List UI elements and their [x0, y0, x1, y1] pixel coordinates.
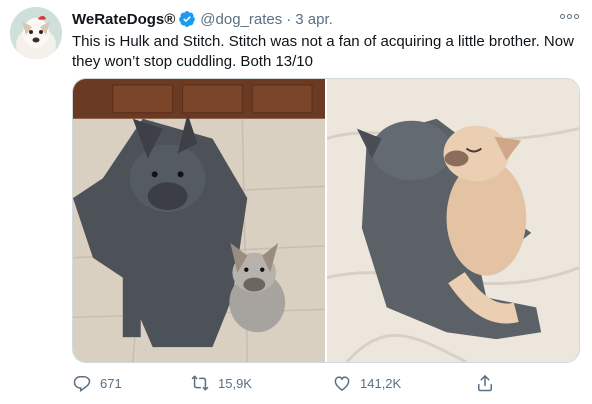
author-name[interactable]: WeRateDogs®	[72, 11, 175, 28]
tweet-actions: 671 15,9K 141,2K	[72, 372, 512, 394]
reply-count: 671	[100, 375, 122, 391]
tweet-text: This is Hulk and Stitch. Stitch was not …	[72, 33, 574, 70]
author-avatar[interactable]	[10, 7, 62, 59]
like-count: 141,2K	[360, 375, 402, 391]
header-separator: ·	[286, 10, 292, 28]
tweet-header: WeRateDogs® @dog_rates · 3 apr.	[72, 9, 333, 29]
more-options-icon[interactable]	[558, 8, 580, 24]
tweet-media	[72, 78, 580, 363]
verified-badge-icon	[178, 10, 196, 28]
share-button[interactable]	[475, 372, 495, 394]
photo-dogs-cuddling[interactable]	[327, 79, 579, 362]
dog-avatar-icon	[10, 7, 62, 59]
share-icon	[475, 373, 495, 393]
like-icon	[332, 373, 352, 393]
tweet-date[interactable]: 3 apr.	[295, 11, 333, 28]
retweet-icon	[190, 373, 210, 393]
tweet[interactable]: WeRateDogs® @dog_rates · 3 apr. This is …	[0, 0, 592, 404]
author-handle[interactable]: @dog_rates	[200, 11, 282, 28]
retweet-button[interactable]: 15,9K	[190, 372, 252, 394]
photo-dogs-standing[interactable]	[73, 79, 325, 362]
reply-icon	[72, 373, 92, 393]
reply-button[interactable]: 671	[72, 372, 122, 394]
like-button[interactable]: 141,2K	[332, 372, 401, 394]
retweet-count: 15,9K	[218, 375, 252, 391]
